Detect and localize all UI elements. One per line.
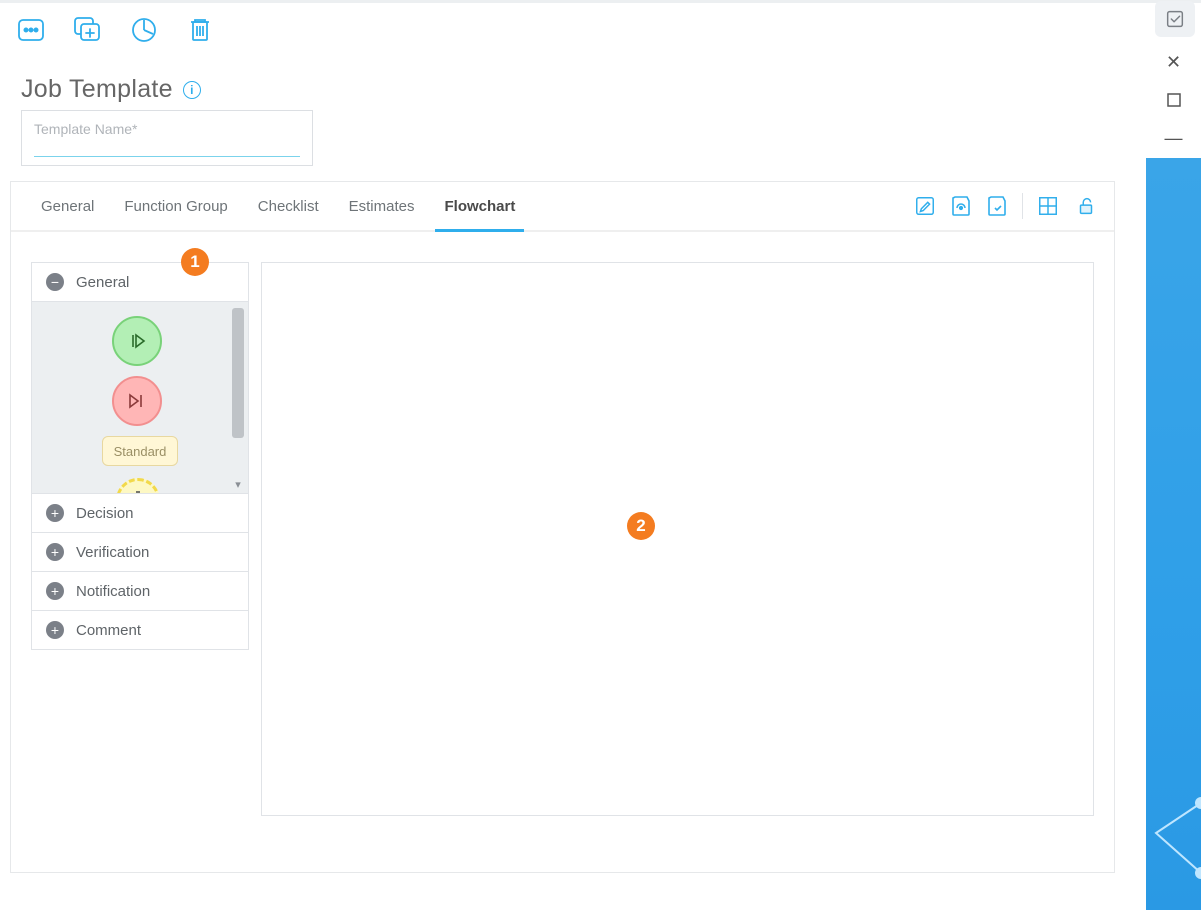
palette-section-label: Decision (76, 505, 134, 522)
plus-icon: + (46, 621, 64, 639)
delete-icon[interactable] (183, 13, 217, 47)
minimize-icon[interactable]: — (1163, 127, 1185, 149)
palette-section-notification[interactable]: + Notification (32, 571, 248, 610)
tab-general[interactable]: General (26, 182, 109, 230)
info-icon[interactable]: i (183, 81, 201, 99)
palette-section-label: General (76, 274, 129, 291)
node-timer[interactable] (116, 478, 160, 493)
palette-section-label: Comment (76, 622, 141, 639)
node-standard[interactable]: Standard (102, 436, 178, 466)
page-title: Job Template (21, 75, 173, 104)
unlock-icon[interactable] (1073, 193, 1099, 219)
plus-icon: + (46, 582, 64, 600)
tab-checklist[interactable]: Checklist (243, 182, 334, 230)
maximize-icon[interactable] (1163, 89, 1185, 111)
decorative-art (1146, 158, 1201, 910)
more-options-icon[interactable] (15, 13, 49, 47)
minus-icon: − (46, 273, 64, 291)
scrollbar-thumb[interactable] (232, 308, 244, 438)
tab-flowchart[interactable]: Flowchart (429, 182, 530, 230)
palette-section-label: Verification (76, 544, 149, 561)
analysis-icon[interactable] (127, 13, 161, 47)
pin-panel-icon[interactable] (1155, 1, 1195, 37)
template-name-container (21, 110, 313, 166)
template-name-input[interactable] (34, 121, 300, 143)
node-standard-label: Standard (114, 444, 167, 459)
palette-section-general[interactable]: − General (32, 263, 248, 301)
callout-2: 2 (627, 512, 655, 540)
tab-estimates[interactable]: Estimates (334, 182, 430, 230)
plus-icon: + (46, 504, 64, 522)
palette-general-body: Standard (32, 301, 248, 493)
palette-section-label: Notification (76, 583, 150, 600)
palette: − General Standard (31, 262, 249, 650)
flowchart-canvas[interactable] (261, 262, 1094, 816)
save-as-icon[interactable] (984, 193, 1010, 219)
callout-1: 1 (181, 248, 209, 276)
node-end[interactable] (112, 376, 162, 426)
input-underline (34, 156, 300, 157)
palette-section-decision[interactable]: + Decision (32, 493, 248, 532)
palette-section-comment[interactable]: + Comment (32, 610, 248, 649)
palette-scrollbar[interactable] (232, 308, 244, 487)
tab-function-group[interactable]: Function Group (109, 182, 242, 230)
edit-icon[interactable] (912, 193, 938, 219)
save-template-icon[interactable] (948, 193, 974, 219)
close-icon[interactable]: ✕ (1163, 51, 1185, 73)
duplicate-add-icon[interactable] (71, 13, 105, 47)
toggle-grid-icon[interactable] (1035, 193, 1061, 219)
palette-section-verification[interactable]: + Verification (32, 532, 248, 571)
plus-icon: + (46, 543, 64, 561)
node-start[interactable] (112, 316, 162, 366)
